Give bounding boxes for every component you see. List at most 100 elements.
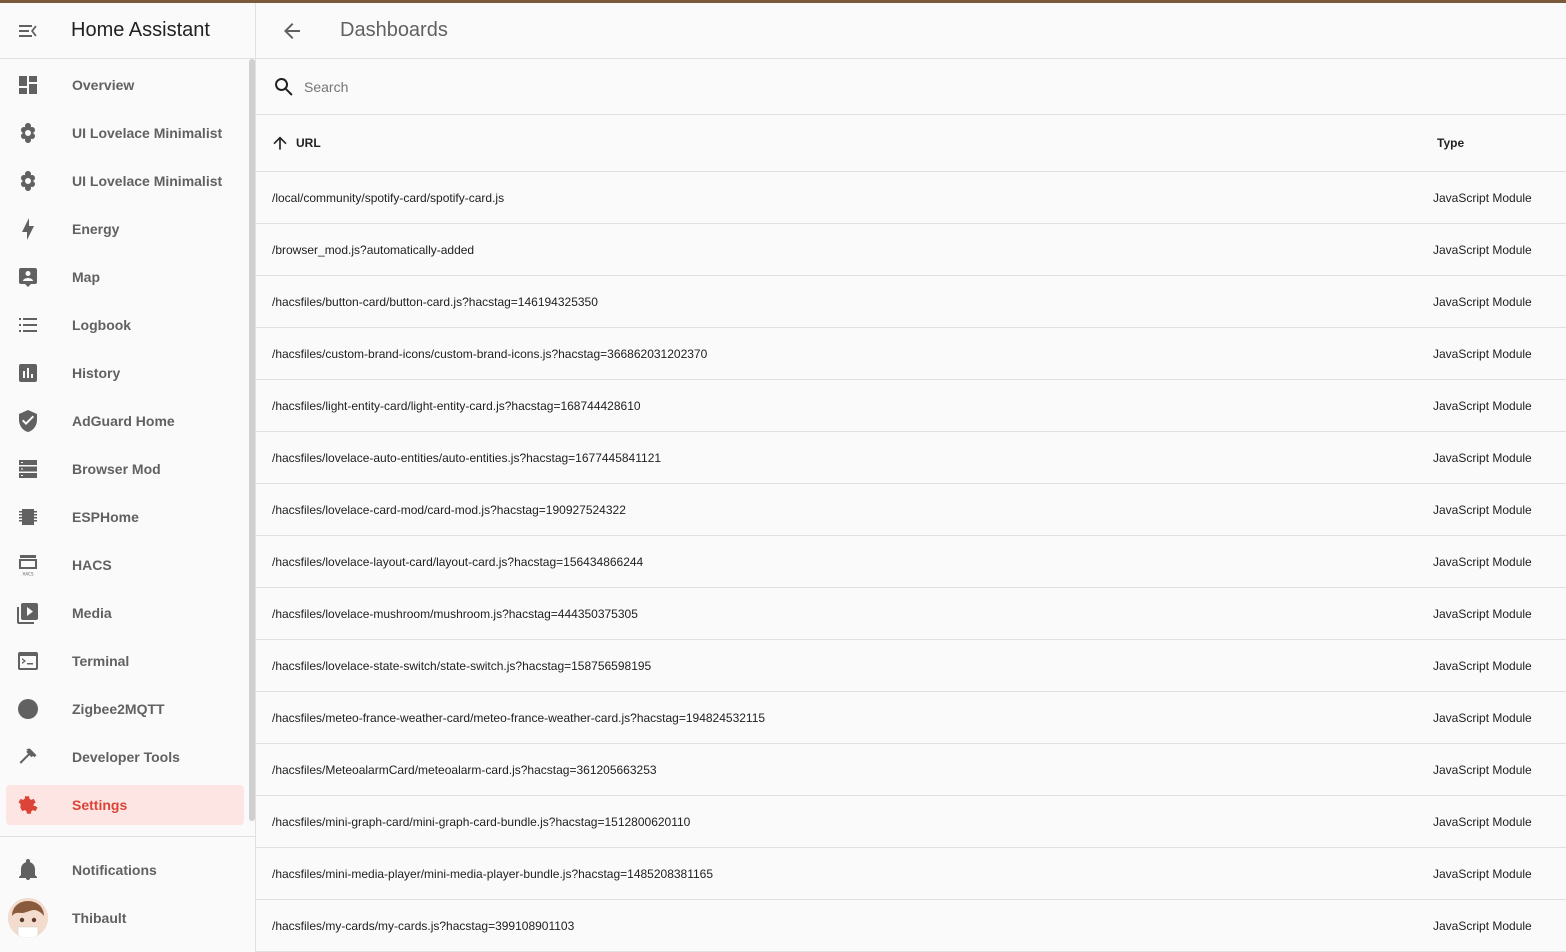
sidebar-item-ui-lovelace-minimalist[interactable]: UI Lovelace Minimalist — [0, 109, 250, 157]
resource-type: JavaScript Module — [1433, 242, 1532, 257]
sidebar-item-history[interactable]: History — [0, 349, 250, 397]
sidebar-item-browser-mod[interactable]: Browser Mod — [0, 445, 250, 493]
table-row[interactable]: /hacsfiles/button-card/button-card.js?ha… — [256, 276, 1566, 328]
column-header-type[interactable]: Type — [1437, 136, 1464, 150]
sidebar-item-overview[interactable]: Overview — [0, 61, 250, 109]
resource-type: JavaScript Module — [1433, 814, 1532, 829]
play-box-multiple-icon — [17, 603, 38, 624]
column-header-url[interactable]: URL — [270, 133, 321, 153]
avatar — [8, 898, 48, 938]
sidebar-item-adguard-home[interactable]: AdGuard Home — [0, 397, 250, 445]
sidebar-item-terminal[interactable]: Terminal — [0, 637, 250, 685]
resource-url: /hacsfiles/lovelace-state-switch/state-s… — [272, 658, 652, 673]
resource-type: JavaScript Module — [1433, 866, 1532, 881]
sidebar-item-esphome[interactable]: ESPHome — [0, 493, 250, 541]
sidebar-item-label: Developer Tools — [72, 749, 180, 765]
menu-toggle-button[interactable] — [0, 3, 56, 59]
sidebar-item-label: Browser Mod — [72, 461, 161, 477]
sidebar-item-settings[interactable]: Settings — [0, 781, 250, 829]
table-row[interactable]: /hacsfiles/custom-brand-icons/custom-bra… — [256, 328, 1566, 380]
sidebar-item-label: History — [72, 365, 121, 381]
sidebar-item-label: HACS — [72, 557, 112, 573]
resource-url: /hacsfiles/light-entity-card/light-entit… — [272, 398, 641, 413]
resource-url: /hacsfiles/lovelace-card-mod/card-mod.js… — [272, 502, 626, 517]
table-row[interactable]: /hacsfiles/lovelace-card-mod/card-mod.js… — [256, 484, 1566, 536]
sidebar-nav: Overview UI Lovelace Minimalist UI Lovel… — [0, 61, 250, 829]
sidebar-item-zigbee2mqtt[interactable]: Zigbee2MQTT — [0, 685, 250, 733]
resource-type: JavaScript Module — [1433, 658, 1532, 673]
resource-type: JavaScript Module — [1433, 450, 1532, 465]
hacs-icon: HACS — [19, 555, 37, 577]
resource-type: JavaScript Module — [1433, 346, 1532, 361]
sidebar-item-notifications[interactable]: Notifications — [0, 846, 250, 894]
flower-icon — [21, 171, 35, 191]
resource-url: /hacsfiles/custom-brand-icons/custom-bra… — [272, 346, 708, 361]
resource-url: /hacsfiles/lovelace-mushroom/mushroom.js… — [272, 606, 638, 621]
sidebar-item-developer-tools[interactable]: Developer Tools — [0, 733, 250, 781]
top-toolbar: Dashboards — [256, 3, 1566, 59]
resource-url: /hacsfiles/MeteoalarmCard/meteoalarm-car… — [272, 762, 657, 777]
table-row[interactable]: /hacsfiles/lovelace-mushroom/mushroom.js… — [256, 588, 1566, 640]
sidebar-item-ui-lovelace-minimalist-2[interactable]: UI Lovelace Minimalist — [0, 157, 250, 205]
table-row[interactable]: /hacsfiles/lovelace-state-switch/state-s… — [256, 640, 1566, 692]
shield-check-icon — [19, 410, 37, 432]
table-row[interactable]: /hacsfiles/mini-graph-card/mini-graph-ca… — [256, 796, 1566, 848]
chart-box-icon — [19, 364, 37, 382]
sidebar-item-label: UI Lovelace Minimalist — [72, 125, 223, 141]
menu-collapse-icon — [19, 24, 37, 37]
resource-type: JavaScript Module — [1433, 762, 1532, 777]
table-row[interactable]: /local/community/spotify-card/spotify-ca… — [256, 172, 1566, 224]
server-icon — [19, 460, 37, 478]
console-icon — [18, 652, 38, 670]
sidebar-item-energy[interactable]: Energy — [0, 205, 250, 253]
search-input[interactable] — [304, 78, 904, 95]
resource-type: JavaScript Module — [1433, 190, 1532, 205]
page-title: Dashboards — [340, 19, 448, 41]
sidebar-item-hacs[interactable]: HACS HACS — [0, 541, 250, 589]
sidebar-bottom: Notifications Thibault — [0, 846, 250, 942]
table-row[interactable]: /browser_mod.js?automatically-added JavaS… — [256, 224, 1566, 276]
flower-icon — [21, 123, 35, 143]
dashboard-icon — [19, 76, 37, 94]
resource-url: /hacsfiles/lovelace-layout-card/layout-c… — [272, 554, 644, 569]
table-row[interactable]: /hacsfiles/light-entity-card/light-entit… — [256, 380, 1566, 432]
resource-url: /hacsfiles/lovelace-auto-entities/auto-e… — [272, 450, 662, 465]
map-account-icon — [19, 268, 37, 287]
sidebar-item-logbook[interactable]: Logbook — [0, 301, 250, 349]
sidebar-item-label: Notifications — [72, 862, 157, 878]
table-row[interactable]: /hacsfiles/lovelace-auto-entities/auto-e… — [256, 432, 1566, 484]
resource-url: /hacsfiles/meteo-france-weather-card/met… — [272, 710, 766, 725]
table-row[interactable]: /hacsfiles/MeteoalarmCard/meteoalarm-car… — [256, 744, 1566, 796]
app-title: Home Assistant — [71, 19, 210, 41]
sidebar-item-label: AdGuard Home — [72, 413, 175, 429]
cog-icon — [18, 796, 38, 814]
sidebar-item-label: Energy — [72, 221, 120, 237]
table-header: URL Type — [256, 115, 1566, 172]
sidebar-item-label: UI Lovelace Minimalist — [72, 173, 223, 189]
column-header-url-label: URL — [296, 136, 321, 150]
resource-url: /hacsfiles/button-card/button-card.js?ha… — [272, 294, 598, 309]
table-body: /local/community/spotify-card/spotify-ca… — [256, 172, 1566, 952]
sidebar-scrollbar[interactable] — [249, 59, 255, 821]
table-row[interactable]: /hacsfiles/lovelace-layout-card/layout-c… — [256, 536, 1566, 588]
resource-type: JavaScript Module — [1433, 502, 1532, 517]
sidebar-item-label: Settings — [72, 797, 128, 813]
sidebar-item-profile[interactable]: Thibault — [0, 894, 250, 942]
table-row[interactable]: /hacsfiles/meteo-france-weather-card/met… — [256, 692, 1566, 744]
hammer-icon — [19, 748, 37, 764]
table-row[interactable]: /hacsfiles/my-cards/my-cards.js?hacstag=… — [256, 900, 1566, 952]
sidebar-item-label: Zigbee2MQTT — [72, 701, 165, 717]
back-button[interactable] — [256, 3, 328, 59]
sidebar-item-label: ESPHome — [72, 509, 139, 525]
main-content: Dashboards URL Type /local/community/spo… — [256, 3, 1566, 952]
resource-type: JavaScript Module — [1433, 294, 1532, 309]
sidebar-item-map[interactable]: Map — [0, 253, 250, 301]
resource-type: JavaScript Module — [1433, 398, 1532, 413]
sidebar-item-media[interactable]: Media — [0, 589, 250, 637]
resource-url: /local/community/spotify-card/spotify-ca… — [272, 190, 505, 205]
resource-type: JavaScript Module — [1433, 606, 1532, 621]
resource-url: /hacsfiles/mini-graph-card/mini-graph-ca… — [272, 814, 691, 829]
table-row[interactable]: /hacsfiles/mini-media-player/mini-media-… — [256, 848, 1566, 900]
resource-url: /browser_mod.js?automatically-added — [272, 242, 475, 257]
resource-type: JavaScript Module — [1433, 918, 1532, 933]
